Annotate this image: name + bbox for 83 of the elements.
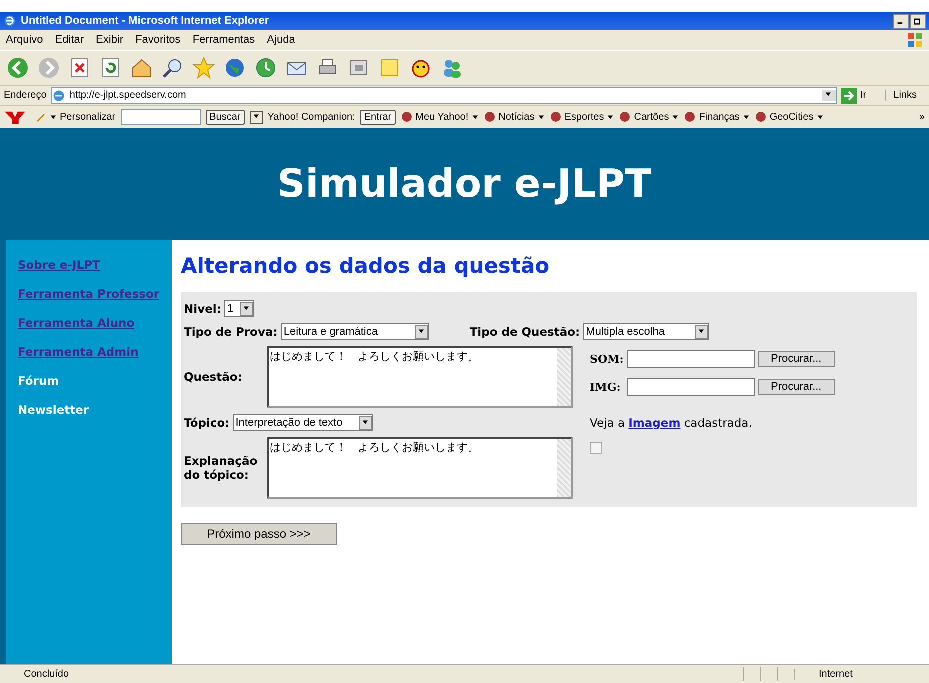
image-link[interactable]: Imagem xyxy=(628,416,681,430)
toolbar-menu-button[interactable]: GeoCities xyxy=(754,111,824,123)
zone-label: Internet xyxy=(794,668,929,680)
circle-icon xyxy=(684,111,696,123)
browser-e-icon xyxy=(3,14,17,28)
field-label: Explanação do tópico: xyxy=(184,454,259,482)
restore-icon xyxy=(914,17,922,25)
note-text: cadastrada. xyxy=(684,416,752,430)
caret-icon xyxy=(418,328,425,335)
field-label: Nivel: xyxy=(184,302,222,316)
globe-icon[interactable] xyxy=(223,56,247,80)
level-select[interactable]: 1 xyxy=(224,300,254,317)
circle-icon xyxy=(484,111,496,123)
toolbar-menu-button[interactable]: Meu Yahoo! xyxy=(400,111,479,123)
dropdown-button[interactable] xyxy=(250,110,263,124)
caret-icon xyxy=(742,114,750,120)
menu-item[interactable]: Arquivo xyxy=(6,34,44,46)
toolbar-menu-button[interactable]: Finanças xyxy=(684,111,750,123)
menu-item[interactable]: Exibir xyxy=(96,34,124,46)
customize-button[interactable]: Personalizar xyxy=(35,111,116,123)
field-label: IMG: xyxy=(590,380,622,394)
companion-label: Yahoo! Companion: xyxy=(268,112,356,122)
page-title: Alterando os dados da questão xyxy=(181,254,551,278)
menu-item[interactable]: Ferramentas xyxy=(192,34,256,46)
sound-file-field[interactable] xyxy=(627,350,755,368)
field-label: SOM: xyxy=(590,352,624,366)
circle-icon xyxy=(550,111,562,123)
menu-item[interactable]: Editar xyxy=(55,34,84,46)
test-type-select[interactable]: Leitura e gramática xyxy=(280,323,429,340)
caret-icon xyxy=(672,114,680,120)
caret-icon xyxy=(607,114,614,120)
status-text: Concluído xyxy=(23,668,70,680)
toolbar-menu-button[interactable]: Esportes xyxy=(550,111,614,123)
circle-icon xyxy=(754,111,767,123)
caret-icon xyxy=(538,114,545,120)
menu-item[interactable]: Favoritos xyxy=(136,34,181,46)
circle-icon xyxy=(619,111,632,123)
field-label: Tópico: xyxy=(184,416,230,430)
pencil-icon xyxy=(35,111,47,123)
menu-item[interactable]: Ajuda xyxy=(267,34,296,46)
caret-icon xyxy=(472,114,479,120)
address-label: Endereço xyxy=(4,90,47,101)
question-textarea[interactable]: はじめまして！ よろしくお願いします。 xyxy=(267,346,573,408)
field-label: Questão: xyxy=(184,370,244,384)
restore-button[interactable] xyxy=(910,14,926,28)
field-label: Tipo de Questão: xyxy=(470,324,580,338)
search-button[interactable]: Buscar xyxy=(206,110,245,124)
links-button[interactable]: Links xyxy=(884,90,925,101)
scrollbar[interactable] xyxy=(557,348,571,406)
image-file-field[interactable] xyxy=(627,378,755,396)
arrow-icon xyxy=(840,88,857,104)
history-icon[interactable] xyxy=(254,56,278,80)
note-text: Veja a xyxy=(590,416,625,430)
site-title: Simulador e-JLPT xyxy=(277,162,652,206)
field-label: Tipo de Prova: xyxy=(184,324,278,338)
browse-button[interactable]: Procurar... xyxy=(758,351,835,367)
dropdown-button[interactable] xyxy=(822,90,836,101)
scrollbar[interactable] xyxy=(557,439,571,497)
topic-select[interactable]: Interpretação de texto xyxy=(232,414,373,431)
minimize-button[interactable] xyxy=(893,14,909,28)
caret-icon xyxy=(816,114,824,120)
search-field[interactable] xyxy=(120,109,201,125)
caret-icon xyxy=(243,305,250,312)
caret-icon xyxy=(50,114,57,120)
go-button[interactable]: Ir xyxy=(840,88,881,104)
browse-button[interactable]: Procurar... xyxy=(758,379,835,395)
signin-button[interactable]: Entrar xyxy=(360,110,396,124)
back-icon[interactable] xyxy=(6,56,30,80)
next-step-button[interactable]: Próximo passo >>> xyxy=(181,523,337,545)
more-button[interactable]: » xyxy=(919,112,925,122)
question-type-select[interactable]: Multipla escolha xyxy=(583,323,710,340)
window-title: Untitled Document - Microsoft Internet Explorer xyxy=(21,15,270,27)
caret-icon xyxy=(252,112,260,120)
caret-icon xyxy=(698,328,706,335)
address-field[interactable]: http://e-jlpt.speedserv.com xyxy=(50,87,837,104)
caret-icon xyxy=(362,419,369,426)
caret-icon xyxy=(825,91,832,98)
windows-flag-icon xyxy=(907,32,923,48)
circle-icon xyxy=(400,111,413,123)
toolbar-menu-button[interactable]: Cartões xyxy=(619,111,680,123)
star-icon[interactable] xyxy=(192,56,216,80)
toolbar-menu-button[interactable]: Notícias xyxy=(484,111,545,123)
explanation-textarea[interactable]: はじめまして！ よろしくお願いします。 xyxy=(267,437,573,499)
